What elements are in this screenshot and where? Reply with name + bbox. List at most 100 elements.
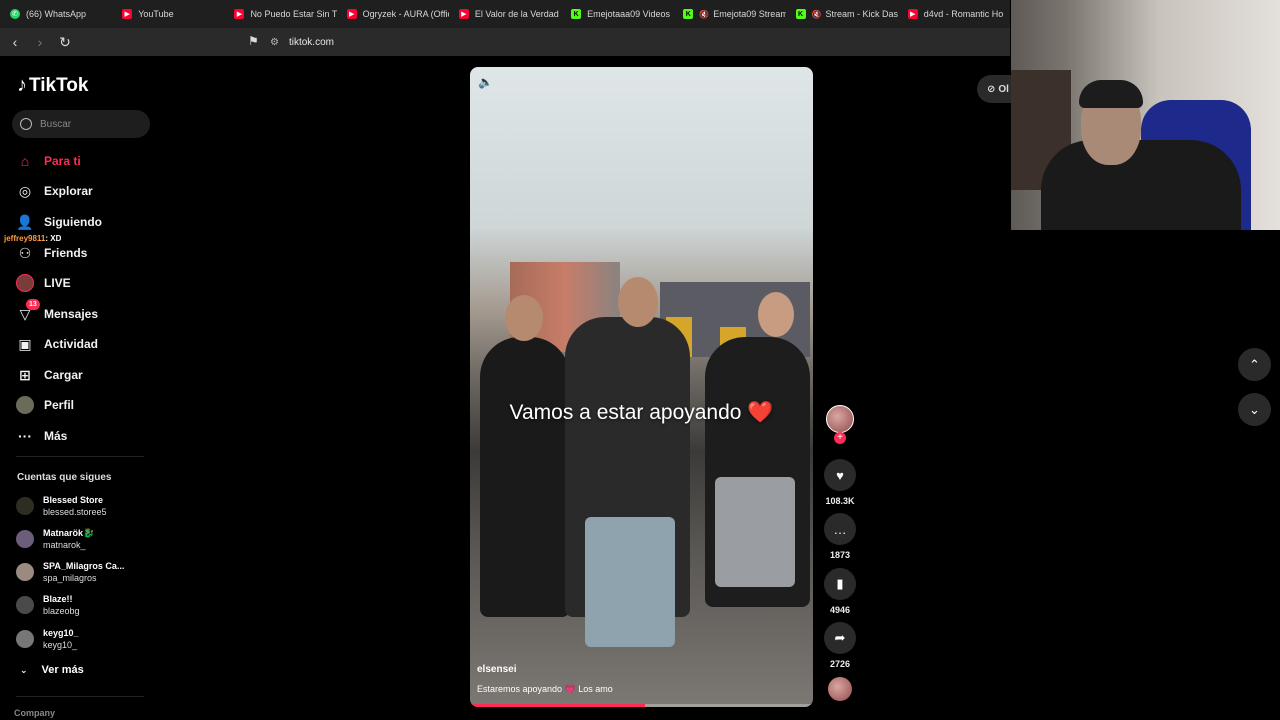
chat-text: : XD [45, 234, 62, 243]
nav-label: Perfil [44, 398, 75, 412]
search-input[interactable]: Buscar [12, 110, 150, 138]
share-count: 2726 [829, 659, 851, 669]
forward-icon[interactable]: › [30, 32, 50, 52]
avatar [16, 596, 34, 614]
company-link[interactable]: Company [14, 708, 55, 718]
nav-perfil[interactable]: Perfil [16, 395, 74, 415]
browser-tab[interactable]: K Emejotaaa09 Videos - [561, 0, 673, 28]
logo-text: TikTok [29, 74, 89, 96]
tab-label: Stream - Kick Dash [825, 9, 898, 19]
tab-label: (66) WhatsApp [26, 9, 87, 19]
account-handle: keyg10_ [43, 640, 78, 650]
account-handle: blessed.storee5 [43, 507, 107, 517]
account-handle: matnarok_ [43, 540, 86, 550]
like-button[interactable]: ♥ [824, 459, 856, 491]
cam-streamer-hair [1079, 80, 1143, 108]
video-progress-bar[interactable] [470, 704, 813, 707]
previous-video-button[interactable]: ⌃ [1238, 348, 1271, 381]
nav-label: LIVE [44, 276, 71, 290]
youtube-icon: ▶ [234, 9, 245, 19]
account-name: keyg10_ [43, 628, 79, 638]
browser-tab[interactable]: ✆ (66) WhatsApp [0, 0, 112, 28]
nav-cargar[interactable]: ⊞ Cargar [16, 365, 83, 385]
webcam-overlay [1011, 0, 1280, 230]
browser-tab[interactable]: ▶ Ogryzek - AURA (Offic [337, 0, 449, 28]
live-icon [16, 274, 34, 292]
followed-account[interactable]: Blessed Store blessed.storee5 [16, 493, 107, 519]
tab-label: d4vd - Romantic Ho [923, 9, 1004, 19]
followed-account[interactable]: Matnarök🐉 matnarok_ [16, 526, 94, 552]
sidebar: ♪ TikTok Buscar ⌂ Para ti ◎ Explorar 👤 S… [0, 56, 160, 720]
bookmark-icon[interactable]: ⚑ [248, 34, 259, 48]
tab-label: YouTube [138, 9, 174, 19]
see-more-label: Ver más [41, 664, 84, 676]
pill-icon: ⊘ [987, 83, 996, 95]
video-author[interactable]: elsensei [477, 664, 516, 675]
messages-icon: ▽ 13 [16, 299, 40, 323]
nav-para-ti[interactable]: ⌂ Para ti [16, 151, 81, 171]
save-button[interactable]: ▮ [824, 568, 856, 600]
divider [16, 456, 144, 457]
comment-button[interactable]: … [824, 513, 856, 545]
avatar [16, 497, 34, 515]
nav-label: Más [44, 429, 68, 443]
nav-mensajes[interactable]: ▽ 13 Mensajes [16, 299, 98, 324]
compass-icon: ◎ [18, 182, 32, 199]
chevron-down-icon: ⌄ [20, 664, 28, 675]
bookmark-icon: ▮ [836, 576, 844, 591]
see-more-button[interactable]: ⌄ Ver más [20, 664, 84, 676]
browser-tab[interactable]: K 🔇 Stream - Kick Dash [786, 0, 898, 28]
back-icon[interactable]: ‹ [5, 32, 25, 52]
muted-icon[interactable]: 🔇 [812, 10, 822, 19]
chat-username: jeffrey9811 [4, 234, 46, 243]
whatsapp-icon: ✆ [10, 9, 20, 19]
browser-tab[interactable]: ▶ YouTube [112, 0, 224, 28]
friends-icon: ⚇ [18, 244, 32, 261]
video-person-legs [715, 477, 795, 587]
sound-disc-avatar[interactable] [828, 677, 852, 701]
nav-actividad[interactable]: ▣ Actividad [16, 334, 98, 354]
share-button[interactable]: ➦ [824, 622, 856, 654]
chevron-up-icon: ⌃ [1249, 356, 1260, 372]
video-caption: Estaremos apoyando 💗 Los amo [477, 684, 613, 694]
nav-mas[interactable]: ··· Más [16, 426, 67, 446]
nav-label: Friends [44, 246, 88, 260]
kick-icon: K [683, 9, 694, 19]
nav-live[interactable]: LIVE [16, 273, 71, 293]
reload-icon[interactable]: ↻ [55, 32, 75, 52]
activity-icon: ▣ [18, 335, 32, 352]
video-person-legs [585, 517, 675, 647]
video-person [480, 337, 570, 617]
nav-label: Cargar [44, 368, 83, 382]
search-placeholder: Buscar [40, 118, 72, 130]
nav-friends[interactable]: ⚇ Friends [16, 243, 88, 263]
browser-tab[interactable]: ▶ d4vd - Romantic Ho [898, 0, 1010, 28]
tiktok-logo[interactable]: ♪ TikTok [17, 74, 88, 97]
follow-plus-icon[interactable]: + [834, 432, 846, 444]
followed-account[interactable]: Blaze!! blazeobg [16, 592, 80, 618]
nav-siguiendo[interactable]: 👤 Siguiendo [16, 212, 102, 232]
nav-label: Explorar [44, 184, 93, 198]
video-person-head [758, 292, 794, 337]
url-text: tiktok.com [288, 36, 334, 48]
next-video-button[interactable]: ⌄ [1238, 393, 1271, 426]
video-player[interactable]: 🔈 ··· Vamos a estar apoyando ❤️ elsensei… [470, 67, 813, 707]
nav-explorar[interactable]: ◎ Explorar [16, 181, 93, 201]
tab-label: El Valor de la Verdad - [474, 9, 562, 19]
account-name: Blaze!! [43, 594, 73, 604]
browser-tab-bar: ✆ (66) WhatsApp ▶ YouTube ▶ No Puedo Estar … [0, 0, 1010, 28]
browser-tab[interactable]: ▶ No Puedo Estar Sin Ti [224, 0, 337, 28]
heart-icon: ♥ [836, 467, 844, 483]
site-info-icon[interactable]: ⚙ [270, 37, 279, 48]
volume-icon[interactable]: 🔈 [478, 75, 493, 89]
creator-avatar[interactable] [826, 405, 854, 433]
profile-icon [16, 396, 34, 414]
address-bar[interactable]: ⚙ tiktok.com [270, 33, 992, 51]
muted-icon[interactable]: 🔇 [699, 10, 709, 19]
browser-tab[interactable]: K 🔇 Emejota09 Stream [673, 0, 786, 28]
followed-account[interactable]: keyg10_ keyg10_ [16, 626, 79, 652]
more-options-icon[interactable]: ··· [789, 73, 801, 87]
account-handle: blazeobg [43, 606, 80, 616]
browser-tab[interactable]: ▶ El Valor de la Verdad - [449, 0, 561, 28]
followed-account[interactable]: SPA_Milagros Ca... spa_milagros [16, 559, 124, 585]
